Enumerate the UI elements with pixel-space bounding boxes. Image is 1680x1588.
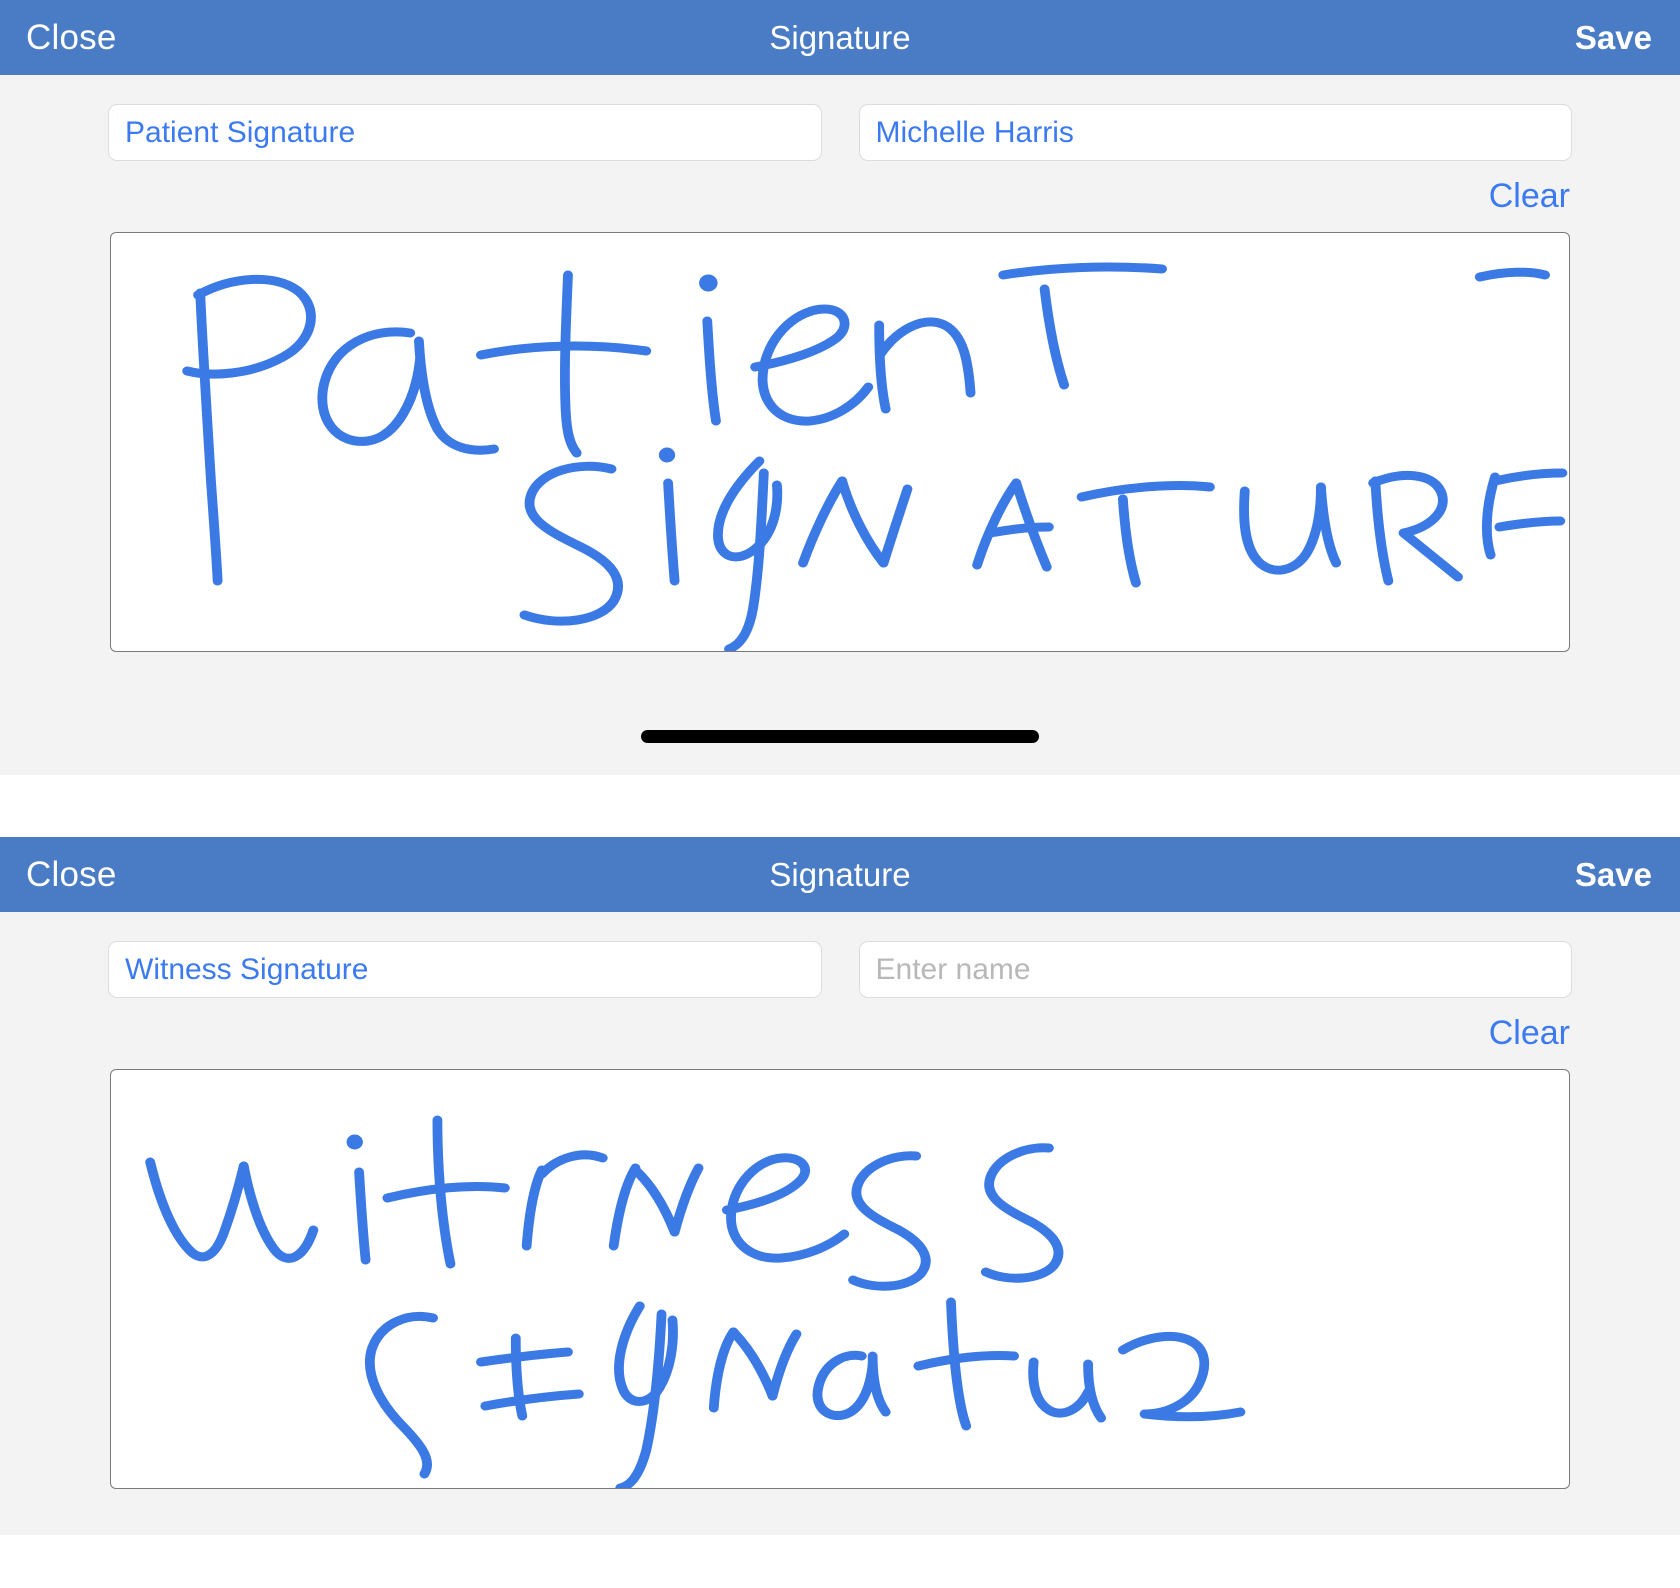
- field-row-witness: Witness Signature Enter name: [0, 912, 1680, 998]
- signature-canvas-patient[interactable]: [110, 232, 1570, 652]
- clear-button[interactable]: Clear: [1489, 179, 1570, 213]
- signer-name-input[interactable]: Enter name: [858, 941, 1572, 998]
- signature-type-input[interactable]: Patient Signature: [108, 104, 822, 161]
- navbar-patient: Close Signature Save: [0, 0, 1680, 75]
- signer-name-input[interactable]: Michelle Harris: [858, 104, 1572, 161]
- clear-row-witness: Clear: [0, 998, 1680, 1050]
- signer-name-placeholder: Enter name: [875, 952, 1031, 986]
- clear-row-patient: Clear: [0, 161, 1680, 213]
- clear-button[interactable]: Clear: [1489, 1016, 1570, 1050]
- screenshot-separator: [0, 775, 1680, 837]
- panel-bottom-padding: [0, 652, 1680, 698]
- navbar-witness: Close Signature Save: [0, 837, 1680, 912]
- signature-type-value: Witness Signature: [125, 952, 369, 986]
- close-button[interactable]: Close: [26, 20, 116, 55]
- panel-bottom-padding: [0, 1489, 1680, 1535]
- signer-name-value: Michelle Harris: [875, 115, 1074, 149]
- signature-modal-witness: Close Signature Save Witness Signature E…: [0, 837, 1680, 1535]
- home-indicator-area: [0, 698, 1680, 775]
- close-button[interactable]: Close: [26, 857, 116, 892]
- page-title: Signature: [769, 856, 911, 893]
- signature-canvas-witness[interactable]: [110, 1069, 1570, 1489]
- signature-modal-patient: Close Signature Save Patient Signature M…: [0, 0, 1680, 775]
- save-button[interactable]: Save: [1575, 21, 1652, 54]
- field-row-patient: Patient Signature Michelle Harris: [0, 75, 1680, 161]
- signature-type-value: Patient Signature: [125, 115, 356, 149]
- signature-type-input[interactable]: Witness Signature: [108, 941, 822, 998]
- home-indicator-bar[interactable]: [641, 730, 1039, 743]
- page-title: Signature: [769, 19, 911, 56]
- save-button[interactable]: Save: [1575, 858, 1652, 891]
